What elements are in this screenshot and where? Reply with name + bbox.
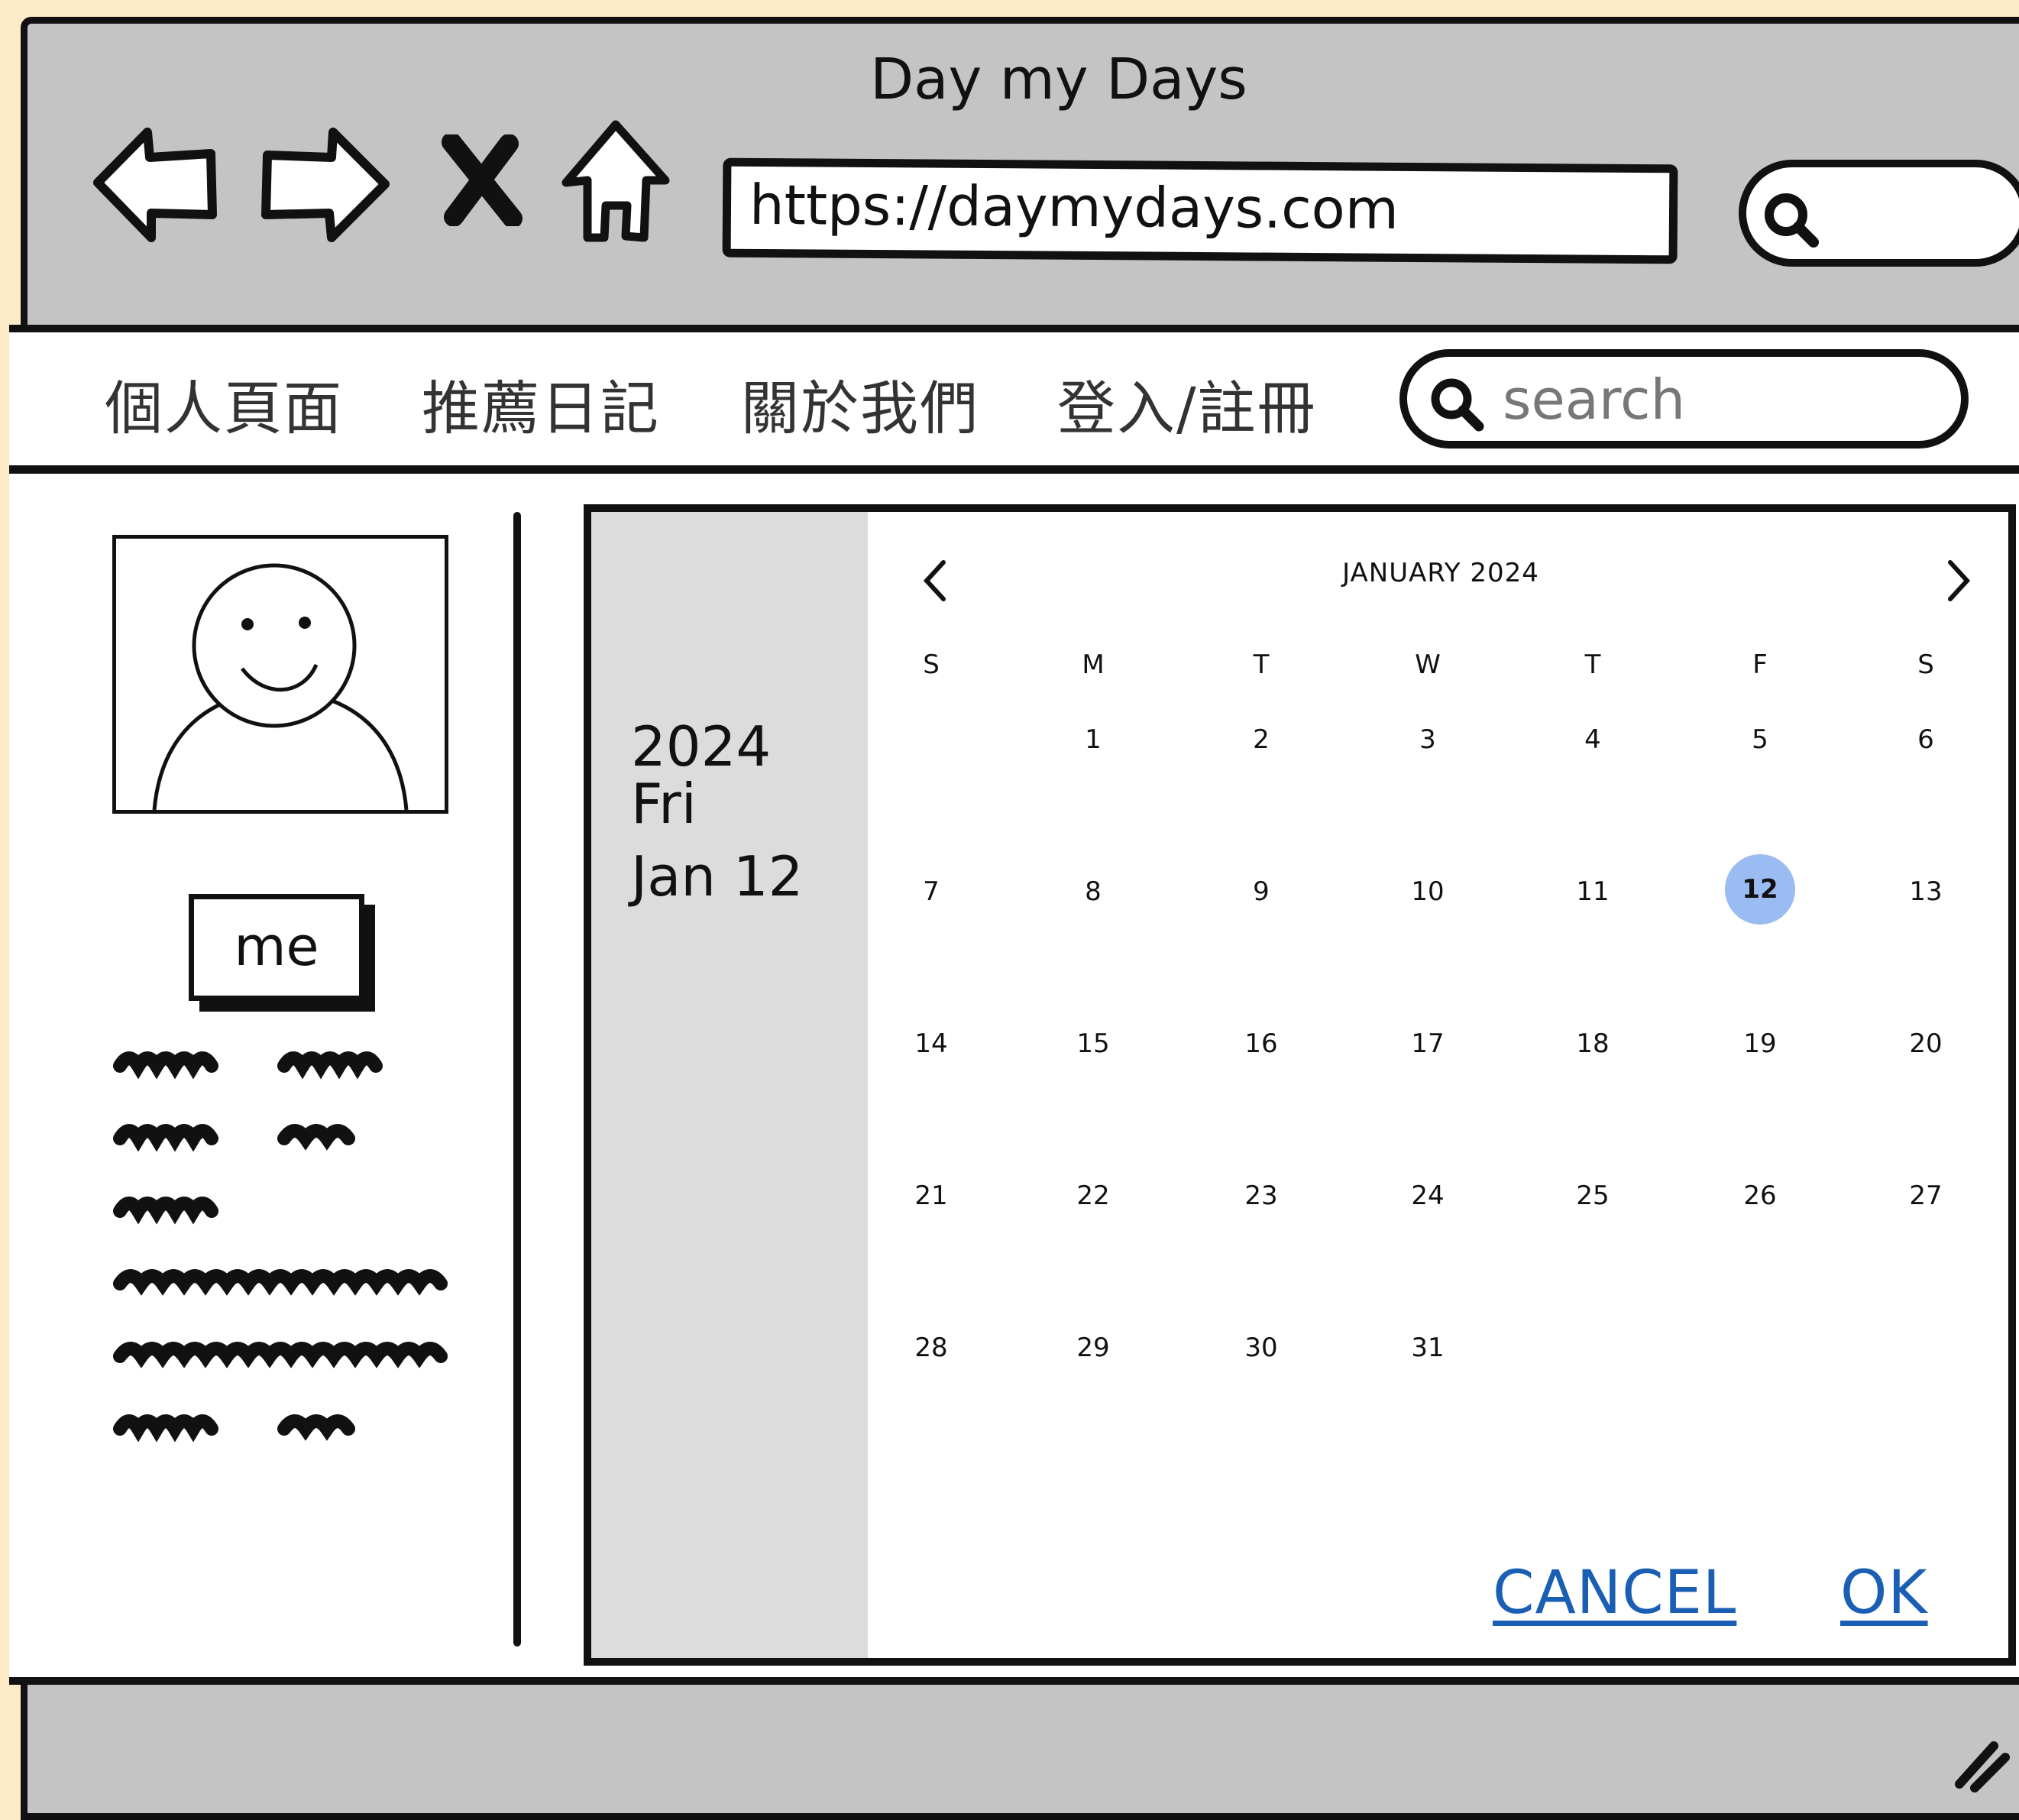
calendar-day[interactable]: 19	[1729, 1028, 1791, 1059]
forward-arrow-icon[interactable]	[257, 123, 394, 248]
calendar-day[interactable]: 5	[1729, 724, 1791, 755]
resize-grip-icon[interactable]	[1952, 1734, 2013, 1799]
calendar-day[interactable]: 25	[1562, 1180, 1623, 1211]
search-placeholder: search	[1503, 368, 1686, 432]
close-x-icon[interactable]	[440, 132, 524, 229]
calendar-day[interactable]: 18	[1562, 1028, 1623, 1059]
selected-date: Jan 12	[631, 844, 804, 908]
placeholder-text-scribble	[112, 1406, 456, 1455]
calendar-day[interactable]: 13	[1895, 876, 1956, 907]
calendar-day[interactable]: 11	[1562, 876, 1623, 907]
calendar-day[interactable]: 22	[1063, 1180, 1124, 1211]
month-label: JANUARY 2024	[1342, 558, 1539, 588]
weekday-header: M	[1082, 649, 1105, 680]
calendar-day[interactable]: 27	[1895, 1180, 1956, 1211]
ok-button[interactable]: OK	[1840, 1559, 1928, 1627]
calendar-day[interactable]: 3	[1397, 724, 1458, 755]
selected-weekday: Fri	[631, 772, 697, 836]
page-content: 個人頁面 推薦日記 關於我們 登入/註冊 search me 2024 Fri …	[9, 325, 2019, 1685]
calendar-day[interactable]: 14	[901, 1028, 962, 1059]
placeholder-text-scribble	[112, 1043, 456, 1382]
selected-date-panel: 2024 Fri Jan 12	[591, 512, 868, 1658]
calendar-day[interactable]: 9	[1231, 876, 1292, 907]
weekday-header: T	[1584, 649, 1601, 680]
url-bar[interactable]: https://daymydays.com	[722, 157, 1678, 264]
calendar-day[interactable]: 23	[1231, 1180, 1292, 1211]
site-search-input[interactable]: search	[1399, 349, 1969, 449]
calendar-day[interactable]: 17	[1397, 1028, 1458, 1059]
calendar-day[interactable]: 6	[1895, 724, 1956, 755]
nav-item-login[interactable]: 登入/註冊	[1057, 361, 1317, 445]
selected-year: 2024	[631, 714, 772, 779]
search-icon	[1760, 189, 1821, 253]
sidebar-divider	[513, 512, 521, 1647]
calendar-day[interactable]: 20	[1895, 1028, 1956, 1059]
calendar-day[interactable]: 21	[901, 1180, 962, 1211]
calendar-day-selected[interactable]: 12	[1725, 854, 1795, 925]
back-arrow-icon[interactable]	[90, 123, 220, 248]
calendar-day[interactable]: 31	[1397, 1333, 1458, 1363]
browser-search-field[interactable]	[1739, 160, 2019, 267]
weekday-header: S	[1917, 649, 1934, 680]
calendar-day[interactable]: 29	[1063, 1333, 1124, 1363]
search-icon	[1429, 376, 1486, 436]
chevron-right-icon[interactable]	[1940, 558, 1978, 607]
calendar-day[interactable]: 7	[901, 876, 962, 907]
avatar	[112, 535, 448, 814]
profile-name-button[interactable]: me	[189, 894, 364, 1001]
weekday-header: W	[1415, 649, 1441, 680]
site-nav-bar: 個人頁面 推薦日記 關於我們 登入/註冊 search	[9, 332, 2019, 474]
calendar-day[interactable]: 15	[1063, 1028, 1124, 1059]
calendar-day[interactable]: 26	[1729, 1180, 1791, 1211]
weekday-header: T	[1253, 649, 1270, 680]
date-picker-dialog: 2024 Fri Jan 12 JANUARY 2024 SMTWTFS1234…	[584, 504, 2016, 1666]
calendar-day[interactable]: 4	[1562, 724, 1623, 755]
weekday-header: S	[923, 649, 940, 680]
calendar-day[interactable]: 30	[1231, 1333, 1292, 1363]
calendar-day[interactable]: 16	[1231, 1028, 1292, 1059]
calendar-day[interactable]: 10	[1397, 876, 1458, 907]
calendar-day[interactable]: 24	[1397, 1180, 1458, 1211]
calendar-day[interactable]: 1	[1063, 724, 1124, 755]
cancel-button[interactable]: CANCEL	[1493, 1559, 1736, 1627]
nav-item-recommended[interactable]: 推薦日記	[422, 361, 660, 445]
calendar-day[interactable]: 2	[1231, 724, 1292, 755]
calendar-day[interactable]: 28	[901, 1333, 962, 1363]
nav-item-profile[interactable]: 個人頁面	[105, 361, 343, 445]
nav-item-about[interactable]: 關於我們	[741, 361, 979, 445]
home-icon[interactable]	[558, 115, 673, 248]
weekday-header: F	[1752, 649, 1768, 680]
window-title: Day my Days	[870, 47, 1247, 112]
calendar-day[interactable]: 8	[1063, 876, 1124, 907]
